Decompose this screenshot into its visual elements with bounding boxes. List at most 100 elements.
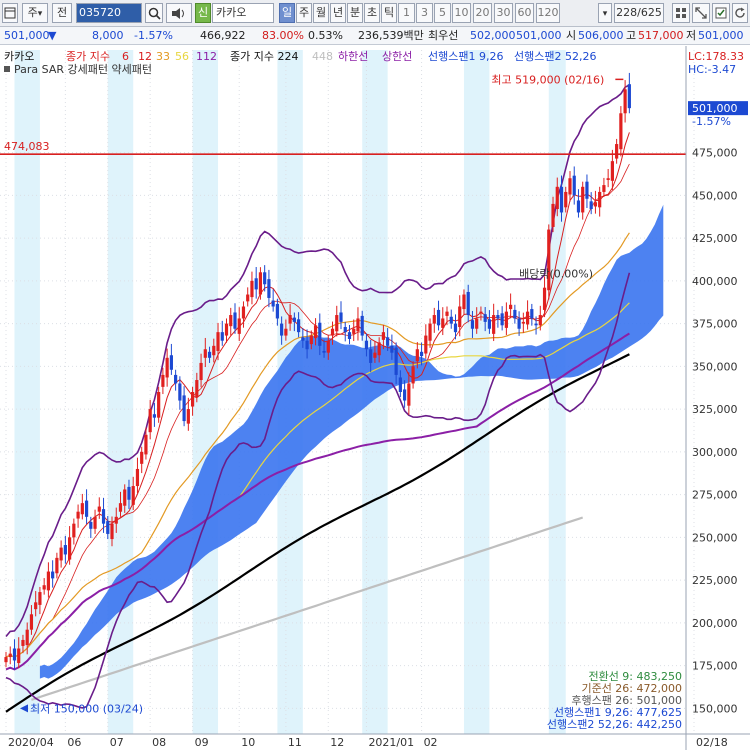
legend-upper-band: 상한선 <box>382 50 412 63</box>
period-tab-일[interactable]: 일 <box>279 3 295 23</box>
candle <box>500 313 504 326</box>
grid-icon <box>676 8 686 18</box>
candle <box>97 506 101 512</box>
candle <box>432 315 436 324</box>
period-tab-주[interactable]: 주 <box>296 3 312 23</box>
y-tick-label: 175,000 <box>692 660 738 673</box>
period-tab-10[interactable]: 10 <box>452 3 471 23</box>
legend-ma-56: 56 <box>175 50 189 63</box>
chevron-down-icon: ▾ <box>37 9 43 19</box>
ask-price: 502,000 <box>470 29 516 42</box>
candle <box>106 521 110 534</box>
stock-code-input[interactable]: 035720 <box>76 3 142 23</box>
high-annotation: 최고 519,000 (02/16) <box>491 73 604 86</box>
candle <box>55 557 59 574</box>
open-price: 506,000 <box>578 29 624 42</box>
candle <box>280 323 284 336</box>
count-input[interactable]: 228/625 <box>614 3 664 23</box>
candle <box>144 434 148 455</box>
candle <box>513 309 517 319</box>
candle <box>17 648 21 664</box>
period-tab-틱[interactable]: 틱 <box>381 3 397 23</box>
checkbox-button[interactable] <box>712 3 730 23</box>
price-change-pct: -1.57% <box>134 29 173 42</box>
candle <box>538 315 542 326</box>
search-icon <box>148 7 161 20</box>
legend-span2: 선행스팬2 52,26 <box>514 50 596 63</box>
candle <box>581 186 585 213</box>
period-tab-120[interactable]: 120 <box>536 3 560 23</box>
candle <box>233 312 237 329</box>
legend-sar: Para SAR 강세패턴 약세패턴 <box>14 62 152 76</box>
candle <box>63 545 67 555</box>
legend-lower-band: 하한선 <box>338 49 368 63</box>
candle <box>305 340 309 350</box>
x-tick-label: 08 <box>152 736 166 749</box>
speaker-button[interactable] <box>166 3 192 23</box>
resize-button[interactable] <box>692 3 710 23</box>
turnover-rate: 0.53% <box>308 29 343 42</box>
candle <box>178 383 182 401</box>
period-tab-1[interactable]: 1 <box>398 3 415 23</box>
candle <box>157 392 161 418</box>
period-tab-60[interactable]: 60 <box>515 3 534 23</box>
candle <box>195 380 199 398</box>
candle <box>59 547 63 561</box>
candle <box>377 342 381 356</box>
candle <box>169 355 173 370</box>
candle <box>462 294 466 310</box>
y-tick-label: 350,000 <box>692 360 738 373</box>
candle <box>199 362 203 381</box>
candle <box>568 178 572 195</box>
refresh-icon <box>735 7 745 18</box>
candle <box>237 318 241 334</box>
candle <box>619 113 623 150</box>
candle <box>34 602 38 610</box>
candle <box>475 318 479 329</box>
ma-33-line <box>5 232 630 658</box>
candle <box>207 351 212 358</box>
candle <box>589 201 593 210</box>
period-tab-분[interactable]: 분 <box>347 3 363 23</box>
main-dropdown[interactable]: 주▾ <box>22 3 48 23</box>
period-tab-30[interactable]: 30 <box>494 3 513 23</box>
y-tick-label: 325,000 <box>692 403 738 416</box>
candle <box>76 511 80 519</box>
x-tick-label: 06 <box>67 736 81 749</box>
down-arrow-icon: ▼ <box>48 29 57 42</box>
resize-icon <box>695 7 707 19</box>
candle <box>42 585 46 590</box>
candle <box>496 315 500 319</box>
window-icon[interactable] <box>2 3 18 23</box>
legend-ma-224: 종가 지수 224 <box>230 50 298 63</box>
candle <box>186 409 190 424</box>
candle <box>534 323 538 326</box>
period-tab-년[interactable]: 년 <box>330 3 346 23</box>
candle <box>453 323 458 333</box>
period-tab-초[interactable]: 초 <box>364 3 380 23</box>
period-tab-3[interactable]: 3 <box>416 3 433 23</box>
stock-name-input[interactable]: 카카오 <box>212 3 274 23</box>
main-dropdown-label: 주 <box>27 6 38 19</box>
candle <box>381 332 386 340</box>
new-button[interactable]: 신 <box>195 3 211 23</box>
candle <box>555 186 559 210</box>
grid-button[interactable] <box>672 3 690 23</box>
x-tick-label: 2021/01 <box>368 736 414 749</box>
candle <box>551 203 555 227</box>
period-tab-월[interactable]: 월 <box>313 3 329 23</box>
candle <box>352 328 356 334</box>
candlestick-chart[interactable]: 474,083 최고 519,000 (02/16) 최저 150,000 (03/… <box>0 46 750 750</box>
before-button[interactable]: 전 <box>52 3 72 23</box>
price-change: 8,000 <box>92 29 124 42</box>
candle <box>530 309 534 319</box>
period-tab-5[interactable]: 5 <box>434 3 451 23</box>
refresh-button[interactable] <box>732 3 748 23</box>
search-button[interactable] <box>145 3 163 23</box>
candle <box>330 328 335 336</box>
candle <box>25 629 29 646</box>
period-tab-20[interactable]: 20 <box>473 3 492 23</box>
y-tick-label: 475,000 <box>692 147 738 160</box>
candle <box>309 335 313 345</box>
period-dropdown[interactable]: ▾ <box>598 3 612 23</box>
